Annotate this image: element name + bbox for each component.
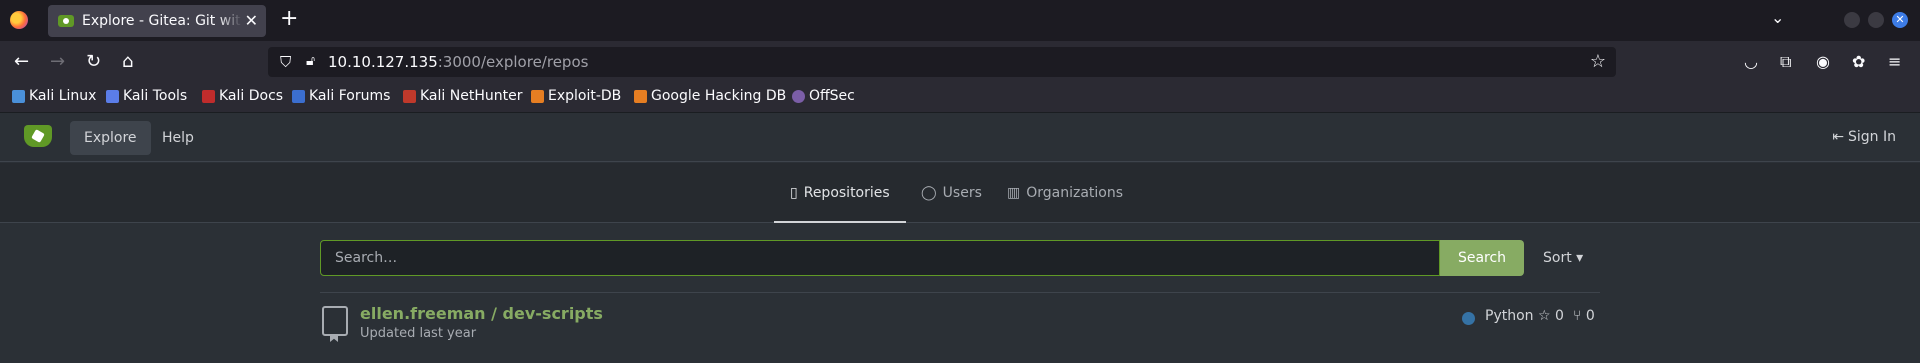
sort-dropdown[interactable]: Sort ▾: [1543, 250, 1583, 266]
maximize-window-button[interactable]: [1868, 12, 1884, 28]
firefox-icon[interactable]: [10, 11, 28, 29]
minimize-window-button[interactable]: [1844, 12, 1860, 28]
pocket-icon[interactable]: ◡: [1744, 52, 1758, 71]
exploit-db-icon: [531, 89, 544, 103]
bookmarks-bar: Kali Linux Kali Tools Kali Docs Kali For…: [0, 82, 1920, 112]
close-window-button[interactable]: ✕: [1892, 12, 1908, 28]
url-bar[interactable]: ⛉ 🔓︎ 10.10.127.135:3000/explore/repos ☆: [268, 47, 1616, 77]
tab-users[interactable]: ◯ Users: [921, 185, 982, 223]
tracking-shield-icon[interactable]: ⛉: [280, 53, 291, 71]
list-all-tabs-icon[interactable]: ⌄: [1771, 8, 1784, 27]
browser-tab[interactable]: Explore - Gitea: Git with a cup of tea ✕: [48, 5, 266, 37]
nethunter-icon: [403, 89, 416, 103]
gitea-logo-icon[interactable]: [24, 125, 52, 147]
explore-tabs: ▯ Repositories ◯ Users ▥ Organizations: [0, 163, 1920, 223]
repo-updated: Updated last year: [360, 326, 477, 341]
home-icon[interactable]: ⌂: [122, 51, 133, 72]
close-tab-icon[interactable]: ✕: [245, 11, 258, 30]
bookmark-kali-linux[interactable]: Kali Linux: [12, 88, 96, 104]
back-icon[interactable]: ←: [14, 51, 29, 72]
menu-icon[interactable]: ≡: [1888, 52, 1901, 71]
repo-icon: ▯: [790, 185, 798, 201]
gitea-favicon-icon: [58, 15, 74, 27]
nav-explore[interactable]: Explore: [70, 121, 151, 155]
tab-repositories[interactable]: ▯ Repositories: [774, 185, 906, 223]
kali-docs-icon: [202, 89, 215, 103]
kali-tools-icon: [106, 89, 119, 103]
kali-forums-icon: [292, 89, 305, 103]
kali-icon: [12, 89, 25, 103]
bookmark-kali-docs[interactable]: Kali Docs: [202, 88, 283, 104]
ghdb-icon: [634, 89, 647, 103]
offsec-icon: [792, 89, 805, 103]
search-button[interactable]: Search: [1440, 240, 1524, 276]
repository-icon: [322, 306, 348, 336]
bookmark-google-hacking-db[interactable]: Google Hacking DB: [634, 88, 786, 104]
profile-icon[interactable]: ◉: [1816, 52, 1830, 71]
star-count[interactable]: ☆ 0: [1538, 308, 1564, 324]
new-tab-button[interactable]: +: [280, 6, 298, 31]
sign-in-link[interactable]: ⇤ Sign In: [1832, 129, 1896, 145]
repo-language: Python: [1485, 308, 1534, 324]
fork-count[interactable]: ⑂ 0: [1573, 308, 1595, 324]
addon-icon[interactable]: ✿: [1852, 52, 1865, 71]
reload-icon[interactable]: ↻: [86, 51, 101, 72]
bookmark-star-icon[interactable]: ☆: [1590, 51, 1606, 72]
bookmark-offsec[interactable]: OffSec: [792, 88, 855, 104]
extensions-icon[interactable]: ⧉: [1780, 52, 1791, 72]
user-icon: ◯: [921, 185, 937, 201]
insecure-lock-icon[interactable]: 🔓︎: [306, 53, 315, 69]
search-input[interactable]: Search…: [320, 240, 1440, 276]
browser-tab-bar: Explore - Gitea: Git with a cup of tea ✕…: [0, 0, 1920, 41]
tab-title: Explore - Gitea: Git with a cup of tea: [82, 13, 242, 29]
bookmark-kali-forums[interactable]: Kali Forums: [292, 88, 390, 104]
forward-icon[interactable]: →: [50, 51, 65, 72]
organization-icon: ▥: [1007, 185, 1021, 201]
gitea-navbar: Explore Help ⇤ Sign In: [0, 112, 1920, 162]
repo-link[interactable]: ellen.freeman / dev-scripts: [360, 304, 603, 323]
nav-help[interactable]: Help: [148, 121, 208, 155]
url-text[interactable]: 10.10.127.135:3000/explore/repos: [328, 53, 588, 71]
bookmark-kali-tools[interactable]: Kali Tools: [106, 88, 187, 104]
language-color-dot: [1462, 312, 1475, 325]
bookmark-kali-nethunter[interactable]: Kali NetHunter: [403, 88, 522, 104]
main-content: Search… Search Sort ▾ ellen.freeman / de…: [0, 224, 1920, 363]
divider: [320, 292, 1600, 293]
sign-in-icon: ⇤: [1832, 129, 1844, 145]
tab-organizations[interactable]: ▥ Organizations: [1007, 185, 1123, 223]
bookmark-exploit-db[interactable]: Exploit-DB: [531, 88, 621, 104]
